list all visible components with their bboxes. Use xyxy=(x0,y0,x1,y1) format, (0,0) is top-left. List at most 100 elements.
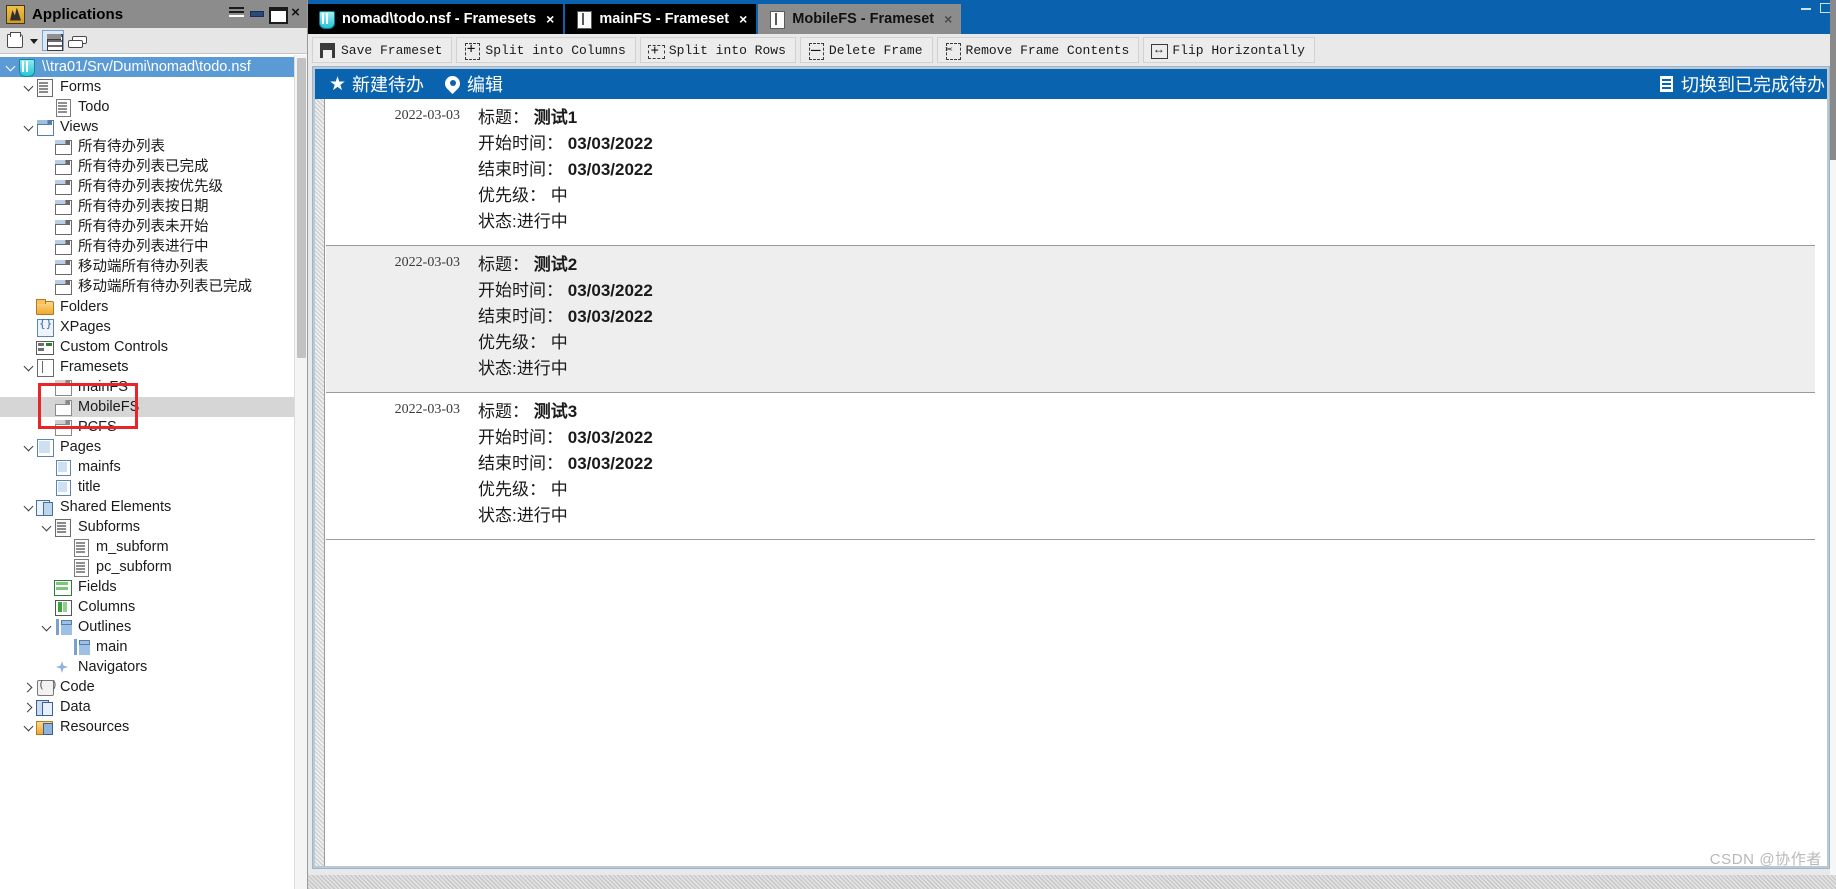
flip-horizontally-button[interactable]: Flip Horizontally xyxy=(1143,37,1315,63)
toolbar-button-label: Delete Frame xyxy=(828,42,923,58)
frameset-toolbar: Save Frameset Split into Columns Split int… xyxy=(308,34,1836,66)
tree-item-所有待办列表[interactable]: 所有待办列表 xyxy=(0,137,307,157)
new-application-icon[interactable] xyxy=(4,30,26,51)
tree-item-label: mainfs xyxy=(78,459,121,475)
tree-item-columns[interactable]: Columns xyxy=(0,597,307,617)
tab-nomad-todo-nsf---framesets[interactable]: nomad\todo.nsf - Framesets × xyxy=(308,4,564,34)
tab-label: mainFS - Frameset xyxy=(599,11,730,27)
tree-item-main[interactable]: main xyxy=(0,637,307,657)
tree-item-mainfs[interactable]: mainfs xyxy=(0,457,307,477)
editor-outer-scrollbar-thumb[interactable] xyxy=(1830,0,1836,160)
tree-item-m_subform[interactable]: m_subform xyxy=(0,537,307,557)
dropdown-caret-icon[interactable] xyxy=(28,30,40,51)
todo-list-scrollbar[interactable] xyxy=(1815,99,1827,866)
tree-item-移动端所有待办列表[interactable]: 移动端所有待办列表 xyxy=(0,257,307,277)
tree-item-pages[interactable]: Pages xyxy=(0,437,307,457)
tree-item-code[interactable]: Code xyxy=(0,677,307,697)
tab-close-icon[interactable]: × xyxy=(546,12,554,26)
tree-item-subforms[interactable]: Subforms xyxy=(0,517,307,537)
remove-frame-contents-button[interactable]: Remove Frame Contents xyxy=(936,37,1140,63)
tree-item-folders[interactable]: Folders xyxy=(0,297,307,317)
tree-twisty-open-icon[interactable] xyxy=(22,497,35,517)
tree-item-outlines[interactable]: Outlines xyxy=(0,617,307,637)
tree-item-xpages[interactable]: XPages xyxy=(0,317,307,337)
tree-item-views[interactable]: Views xyxy=(0,117,307,137)
save-frameset-button[interactable]: Save Frameset xyxy=(312,37,453,63)
todo-row[interactable]: 2022-03-03 标题： 测试1 开始时间： 03/03/2022 结束时间： 0… xyxy=(326,99,1815,246)
maximize-icon[interactable] xyxy=(269,5,288,24)
tree-item-pc_subform[interactable]: pc_subform xyxy=(0,557,307,577)
todo-priority-line: 优先级： 中 xyxy=(478,477,653,503)
tree-item--tra01-srv-dumi-nomad-todo.nsf[interactable]: \\tra01/Srv/Dumi\nomad\todo.nsf xyxy=(0,57,307,77)
action-新建待办[interactable]: 新建待办 xyxy=(327,71,424,97)
todo-priority-value: 中 xyxy=(550,186,568,205)
tree-item-navigators[interactable]: Navigators xyxy=(0,657,307,677)
close-icon[interactable]: × xyxy=(289,5,302,20)
tree-item-移动端所有待办列表已完成[interactable]: 移动端所有待办列表已完成 xyxy=(0,277,307,297)
tree-item-title[interactable]: title xyxy=(0,477,307,497)
todo-row[interactable]: 2022-03-03 标题： 测试2 开始时间： 03/03/2022 结束时间： 0… xyxy=(326,246,1815,393)
tab-mainfs---frameset[interactable]: mainFS - Frameset × xyxy=(565,4,757,34)
action-切换到已完成待办[interactable]: 切换到已完成待办 xyxy=(1656,71,1825,97)
tree-twisty-open-icon[interactable] xyxy=(40,617,53,637)
editor-bottom-resize-strip xyxy=(308,875,1836,889)
application-navigator-tree[interactable]: \\tra01/Srv/Dumi\nomad\todo.nsf Forms Todo… xyxy=(0,55,307,889)
tab-close-icon[interactable]: × xyxy=(739,12,747,26)
tree-twisty-open-icon[interactable] xyxy=(22,77,35,97)
split-into-rows-button[interactable]: Split into Rows xyxy=(639,37,796,63)
tree-item-所有待办列表进行中[interactable]: 所有待办列表进行中 xyxy=(0,237,307,257)
left-pane-scrollbar[interactable] xyxy=(294,55,307,889)
tree-item-shared-elements[interactable]: Shared Elements xyxy=(0,497,307,517)
tree-twisty-open-icon[interactable] xyxy=(40,517,53,537)
tree-twisty-open-icon[interactable] xyxy=(22,717,35,737)
tree-item-pcfs[interactable]: PCFS xyxy=(0,417,307,437)
delete-frame-button[interactable]: Delete Frame xyxy=(799,37,933,63)
todo-list[interactable]: 2022-03-03 标题： 测试1 开始时间： 03/03/2022 结束时间： 0… xyxy=(315,99,1827,866)
tree-twisty-open-icon[interactable] xyxy=(22,357,35,377)
tree-item-所有待办列表未开始[interactable]: 所有待办列表未开始 xyxy=(0,217,307,237)
tree-item-mobilefs[interactable]: MobileFS xyxy=(0,397,307,417)
tree-twisty-closed-icon[interactable] xyxy=(22,697,35,717)
tree-twisty-open-icon[interactable] xyxy=(4,57,17,77)
tree-item-custom-controls[interactable]: Custom Controls xyxy=(0,337,307,357)
tree-item-todo[interactable]: Todo xyxy=(0,97,307,117)
tree-item-label: 所有待办列表按日期 xyxy=(78,199,209,215)
custom-controls-icon xyxy=(35,339,54,355)
todo-start-line: 开始时间： 03/03/2022 xyxy=(478,278,653,304)
tree-item-所有待办列表按日期[interactable]: 所有待办列表按日期 xyxy=(0,197,307,217)
left-pane-scrollbar-thumb[interactable] xyxy=(297,58,306,358)
menu-icon[interactable] xyxy=(229,5,244,20)
tree-item-mainfs[interactable]: mainFS xyxy=(0,377,307,397)
tab-mobilefs---frameset[interactable]: MobileFS - Frameset × xyxy=(758,4,962,34)
todo-title-label: 标题： xyxy=(478,402,529,421)
tree-twisty-spacer xyxy=(40,237,53,257)
todo-title-value: 测试1 xyxy=(533,108,578,127)
window-minimize-icon[interactable] xyxy=(1800,2,1813,12)
tree-item-所有待办列表按优先级[interactable]: 所有待办列表按优先级 xyxy=(0,177,307,197)
tree-twisty-spacer xyxy=(40,177,53,197)
tree-item-framesets[interactable]: Framesets xyxy=(0,357,307,377)
tree-item-label: Pages xyxy=(60,439,102,455)
tab-close-icon[interactable]: × xyxy=(944,12,952,26)
database-icon xyxy=(318,10,335,29)
split-into-columns-button[interactable]: Split into Columns xyxy=(456,37,636,63)
editor-outer-scrollbar[interactable] xyxy=(1830,0,1836,889)
tree-item-data[interactable]: Data xyxy=(0,697,307,717)
tree-twisty-closed-icon[interactable] xyxy=(22,677,35,697)
fields-icon xyxy=(53,579,72,596)
tree-item-所有待办列表已完成[interactable]: 所有待办列表已完成 xyxy=(0,157,307,177)
tree-item-label: Views xyxy=(60,119,99,135)
stack-view-icon[interactable] xyxy=(66,30,88,51)
todo-row[interactable]: 2022-03-03 标题： 测试3 开始时间： 03/03/2022 结束时间： 0… xyxy=(326,393,1815,540)
show-list-view-icon[interactable] xyxy=(42,30,64,51)
tree-twisty-open-icon[interactable] xyxy=(22,117,35,137)
tree-item-fields[interactable]: Fields xyxy=(0,577,307,597)
subforms-icon xyxy=(53,519,72,537)
tree-item-resources[interactable]: Resources xyxy=(0,717,307,737)
action-编辑[interactable]: 编辑 xyxy=(442,71,503,97)
page-icon xyxy=(53,479,72,496)
tree-item-forms[interactable]: Forms xyxy=(0,77,307,97)
minimize-icon[interactable] xyxy=(249,5,264,20)
todo-status-label: 状态:进行中 xyxy=(478,359,568,378)
tree-twisty-open-icon[interactable] xyxy=(22,437,35,457)
